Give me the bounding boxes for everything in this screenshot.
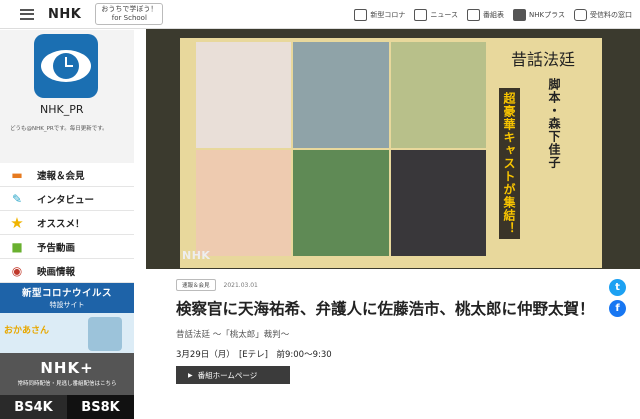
cast-photo — [196, 42, 292, 148]
corona-title: 新型コロナウイルス — [21, 288, 112, 299]
facebook-icon[interactable]: f — [609, 300, 626, 317]
nav-nhk-plus-label: NHKプラス — [529, 10, 565, 19]
clapperboard-icon: ■ — [11, 239, 23, 254]
program-home-label: 番組ホームページ — [197, 370, 258, 380]
sidebar-item-label: インタビュー — [37, 194, 95, 206]
hero-catchphrase: 超豪華キャストが集結！ — [499, 88, 520, 239]
film-reel-icon: ◉ — [11, 263, 23, 278]
sidebar-item-press[interactable]: ▬ 速報＆会見 — [0, 163, 134, 187]
school-line2: for School — [111, 14, 147, 22]
for-school-button[interactable]: おうちで学ぼう！ for School — [95, 3, 164, 25]
receipt-window-icon — [574, 8, 587, 21]
bs-links: BS4K BS8K — [0, 395, 134, 419]
share-buttons: t f — [609, 279, 626, 317]
program-home-button[interactable]: ▶ 番組ホームページ — [176, 366, 290, 384]
sidebar-item-interview[interactable]: ✎ インタビュー — [0, 187, 134, 211]
bs8k-link[interactable]: BS8K — [67, 395, 134, 419]
hero-credit: 脚本・森下佳子 — [547, 78, 561, 169]
sidebar-item-label: オススメ！ — [37, 218, 85, 230]
nav-corona[interactable]: 新型コロナ — [354, 8, 406, 21]
kids-title: おかあさん — [4, 326, 50, 336]
category-badge[interactable]: 速報＆会見 — [176, 279, 216, 291]
nav-news[interactable]: ニュース — [414, 8, 459, 21]
cast-photo — [196, 150, 292, 256]
nav-schedule[interactable]: 番組表 — [467, 8, 505, 21]
nav-receipt-label: 受信料の窓口 — [590, 10, 632, 19]
plus-title: NHK+ — [40, 359, 94, 377]
sidebar-item-label: 映画情報 — [37, 266, 76, 278]
article-meta: 速報＆会見 2021.03.01 — [176, 279, 606, 291]
nhk-plus-banner[interactable]: NHK+ 常時同時配信・見逃し番組配信はこちら — [0, 353, 134, 395]
nav-corona-label: 新型コロナ — [370, 10, 406, 19]
kids-banner[interactable]: おかあさん — [0, 313, 134, 353]
top-nav: 新型コロナ ニュース 番組表 NHKプラス 受信料の窓口 — [354, 0, 632, 29]
hero-image: 昔話法廷 脚本・森下佳子 超豪華キャストが集結！ NHK — [146, 29, 640, 269]
sidebar-item-movie[interactable]: ◉ 映画情報 — [0, 259, 134, 283]
nav-news-label: ニュース — [430, 10, 459, 19]
top-header: NHK おうちで学ぼう！ for School 新型コロナ ニュース 番組表 N… — [0, 0, 640, 29]
corona-banner[interactable]: 新型コロナウイルス 特設サイト — [0, 283, 134, 313]
article-headline: 検察官に天海祐希、弁護人に佐藤浩市、桃太郎に仲野太賀！ — [176, 300, 595, 318]
article-date: 2021.03.01 — [223, 281, 258, 289]
air-time: 3月29日（月） [Eテレ] 前9:00〜9:30 — [176, 350, 332, 360]
nav-receipt[interactable]: 受信料の窓口 — [574, 8, 632, 21]
kids-image — [88, 317, 122, 351]
hero-brand: NHK — [182, 249, 211, 262]
news-icon — [414, 8, 428, 21]
program-title: 昔話法廷 〜「桃太郎」裁判〜 — [176, 330, 290, 340]
bs4k-link[interactable]: BS4K — [0, 395, 67, 419]
cast-portraits — [196, 42, 486, 256]
sidebar-item-recommend[interactable]: ★ オススメ！ — [0, 211, 134, 235]
virus-icon — [354, 8, 368, 21]
sidebar-item-label: 速報＆会見 — [37, 170, 85, 182]
schedule-grid-icon — [467, 8, 481, 21]
cast-photo — [390, 42, 486, 148]
plus-sub: 常時同時配信・見逃し番組配信はこちら — [17, 381, 117, 387]
corona-sub: 特設サイト — [49, 301, 85, 309]
hamburger-menu-icon[interactable] — [20, 8, 34, 20]
pen-icon: ✎ — [11, 191, 23, 206]
nhk-logo[interactable]: NHK — [48, 7, 81, 22]
school-line1: おうちで学ぼう！ — [101, 5, 158, 13]
profile-block: NHK_PR どうも@NHK_PRです。毎日更新です。 — [0, 30, 134, 163]
hero-text-panel: 昔話法廷 脚本・森下佳子 超豪華キャストが集結！ — [491, 42, 595, 256]
sidebar-item-trailer[interactable]: ■ 予告動画 — [0, 235, 134, 259]
profile-description: どうも@NHK_PRです。毎日更新です。 — [10, 126, 108, 132]
play-triangle-icon: ▶ — [188, 371, 193, 379]
nav-nhk-plus[interactable]: NHKプラス — [513, 8, 565, 21]
profile-name: NHK_PR — [40, 103, 84, 116]
article: 速報＆会見 2021.03.01 検察官に天海祐希、弁護人に佐藤浩市、桃太郎に仲… — [176, 279, 606, 384]
cast-photo — [390, 150, 486, 256]
clock-eye-icon — [41, 50, 91, 82]
nav-schedule-label: 番組表 — [483, 10, 505, 19]
cast-photo — [293, 150, 389, 256]
program-logo: 昔話法廷 — [510, 50, 575, 69]
nhk-plus-icon — [513, 8, 527, 21]
sidebar-menu: ▬ 速報＆会見 ✎ インタビュー ★ オススメ！ ■ 予告動画 ◉ 映画情報 — [0, 163, 134, 283]
avatar[interactable] — [34, 34, 98, 98]
press-icon: ▬ — [11, 167, 23, 182]
twitter-icon[interactable]: t — [609, 279, 626, 296]
sidebar-item-label: 予告動画 — [37, 242, 76, 254]
sidebar: NHK_PR どうも@NHK_PRです。毎日更新です。 ▬ 速報＆会見 ✎ インタビ… — [0, 30, 134, 419]
star-icon: ★ — [10, 213, 24, 232]
cast-photo — [293, 42, 389, 148]
